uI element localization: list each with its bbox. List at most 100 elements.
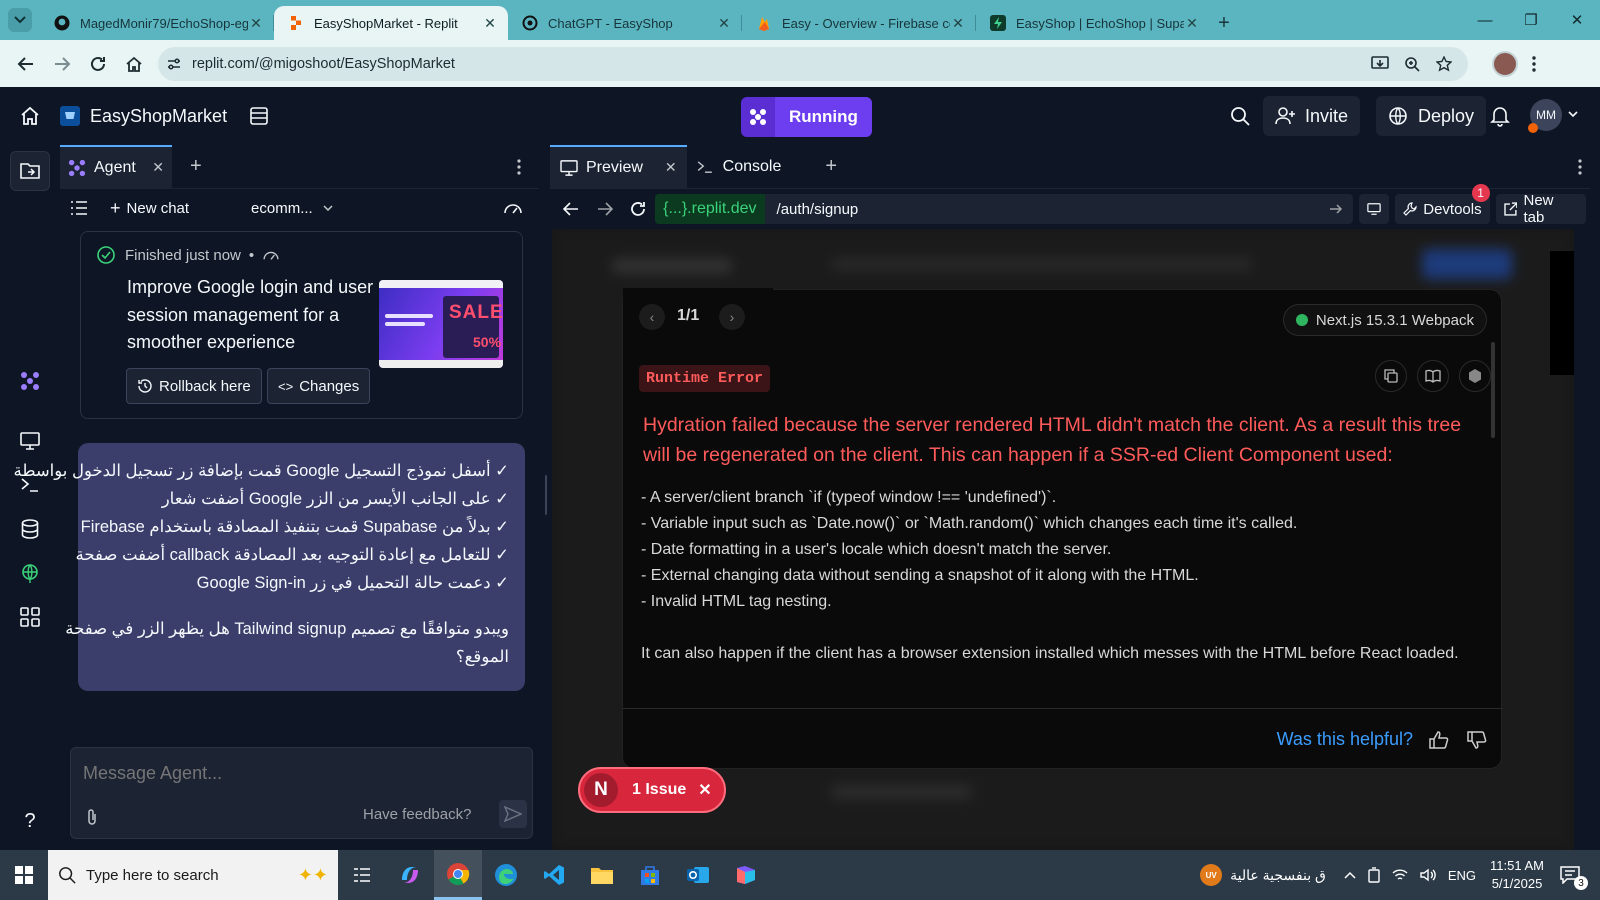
help-icon[interactable]: ? — [14, 805, 46, 837]
replit-home-button[interactable] — [0, 106, 60, 126]
zoom-icon[interactable] — [1396, 56, 1428, 72]
maximize-button[interactable]: ❐ — [1508, 0, 1554, 40]
tab-agent[interactable]: Agent ✕ — [60, 144, 172, 189]
browser-tab-github[interactable]: MagedMonir79/EchoShop-eg: E ✕ — [40, 6, 274, 40]
wifi-icon[interactable] — [1392, 868, 1408, 882]
thumbs-up-icon[interactable] — [1429, 730, 1449, 749]
weather-text[interactable]: ق بنفسجية عالية — [1230, 867, 1326, 884]
search-icon[interactable] — [1230, 106, 1250, 126]
minimize-button[interactable]: — — [1462, 0, 1508, 40]
scroll-bar[interactable] — [1550, 251, 1574, 375]
more-options-icon[interactable] — [517, 158, 521, 175]
volume-icon[interactable] — [1420, 868, 1436, 882]
webview-tool-icon[interactable] — [14, 425, 46, 457]
chevron-up-icon[interactable] — [1344, 871, 1356, 879]
tab-console[interactable]: Console — [687, 145, 792, 189]
user-avatar[interactable]: MM — [1528, 99, 1562, 133]
speed-gauge-icon[interactable] — [503, 201, 523, 215]
feedback-link[interactable]: Have feedback? — [363, 806, 471, 823]
more-options-icon[interactable] — [1578, 158, 1582, 175]
message-input[interactable] — [83, 758, 513, 788]
outlook-icon[interactable] — [674, 850, 722, 900]
browser-tab-chatgpt[interactable]: ChatGPT - EasyShop ✕ — [508, 6, 742, 40]
dialog-scrollbar[interactable] — [1491, 342, 1495, 438]
taskbar-search[interactable]: Type here to search ✦✦ — [48, 850, 338, 900]
bell-icon[interactable] — [1490, 105, 1510, 127]
clock[interactable]: 11:51 AM 5/1/2025 — [1490, 857, 1544, 893]
battery-icon[interactable] — [1368, 867, 1380, 883]
nodejs-inspector-button[interactable] — [1459, 360, 1491, 392]
microsoft-store-icon[interactable] — [626, 850, 674, 900]
deployments-tool-icon[interactable] — [14, 557, 46, 589]
add-tab-button[interactable]: + — [190, 155, 202, 178]
tab-preview[interactable]: Preview ✕ — [550, 144, 687, 189]
screenshot-thumbnail[interactable]: SALE 50% — [379, 280, 503, 368]
chevron-down-icon[interactable] — [1568, 111, 1578, 117]
chat-history-icon[interactable] — [70, 201, 88, 215]
preview-back-button[interactable] — [554, 202, 588, 216]
device-toggle-button[interactable] — [1359, 194, 1390, 224]
open-new-tab-button[interactable]: New tab — [1495, 192, 1587, 226]
address-bar[interactable]: replit.com/@migoshoot/EasyShopMarket — [158, 46, 1468, 81]
docs-button[interactable] — [1417, 360, 1449, 392]
install-app-icon[interactable] — [1364, 55, 1396, 72]
close-icon[interactable]: ✕ — [698, 780, 711, 800]
agent-tool-icon[interactable] — [14, 365, 46, 397]
browser-tab-firebase[interactable]: Easy - Overview - Firebase cons ✕ — [742, 6, 976, 40]
preview-forward-button[interactable] — [588, 202, 622, 216]
copilot-icon[interactable] — [386, 850, 434, 900]
changes-button[interactable]: <> Changes — [267, 368, 371, 404]
database-tool-icon[interactable] — [14, 513, 46, 545]
panel-resize-handle[interactable] — [545, 475, 547, 515]
start-button[interactable] — [0, 850, 48, 900]
copy-error-button[interactable] — [1375, 360, 1407, 392]
arrow-right-icon[interactable] — [1329, 203, 1343, 215]
browser-tab-supabase[interactable]: EasyShop | EchoShop | Supabas ✕ — [976, 6, 1210, 40]
send-button[interactable] — [499, 800, 527, 828]
attach-icon[interactable] — [85, 808, 99, 826]
rollback-button[interactable]: Rollback here — [126, 368, 262, 404]
notifications-button[interactable]: 3 — [1560, 866, 1588, 890]
deploy-button[interactable]: Deploy — [1375, 96, 1486, 136]
tab-search-dropdown[interactable] — [8, 8, 32, 32]
browser-tab-replit[interactable]: EasyShopMarket - Replit ✕ — [274, 6, 508, 40]
all-tools-icon[interactable] — [14, 601, 46, 633]
project-title[interactable]: EasyShopMarket — [60, 106, 227, 127]
bookmark-star-icon[interactable] — [1428, 55, 1460, 72]
toggle-files-button[interactable] — [10, 151, 50, 191]
new-tab-button[interactable]: + — [1210, 6, 1238, 40]
browser-menu-icon[interactable] — [1532, 55, 1536, 72]
close-icon[interactable]: ✕ — [248, 15, 264, 32]
framework-version-badge[interactable]: Next.js 15.3.1 Webpack — [1282, 304, 1487, 336]
vscode-icon[interactable] — [530, 850, 578, 900]
back-button[interactable] — [8, 46, 44, 82]
close-icon[interactable]: ✕ — [152, 159, 164, 176]
reload-button[interactable] — [80, 46, 116, 82]
issues-badge[interactable]: N 1 Issue ✕ — [578, 767, 726, 813]
preview-reload-button[interactable] — [621, 200, 655, 218]
file-explorer-icon[interactable] — [578, 850, 626, 900]
thumbs-down-icon[interactable] — [1467, 730, 1487, 749]
chat-selector[interactable]: ecomm... — [251, 200, 333, 217]
close-icon[interactable]: ✕ — [1184, 15, 1200, 32]
home-button[interactable] — [116, 46, 152, 82]
task-view-icon[interactable] — [338, 850, 386, 900]
language-indicator[interactable]: ENG — [1448, 868, 1476, 883]
close-icon[interactable]: ✕ — [482, 15, 498, 32]
next-error-button[interactable]: › — [719, 304, 745, 330]
browser-profile-avatar[interactable] — [1492, 50, 1518, 77]
chrome-icon[interactable] — [434, 850, 482, 900]
invite-button[interactable]: Invite — [1262, 96, 1360, 136]
file-list-icon[interactable] — [249, 106, 269, 126]
devtools-button[interactable]: Devtools 1 — [1395, 184, 1490, 224]
preview-url-field[interactable]: {...}.replit.dev /auth/signup — [655, 194, 1354, 224]
close-icon[interactable]: ✕ — [665, 159, 677, 176]
close-icon[interactable]: ✕ — [716, 15, 732, 32]
m365-icon[interactable] — [722, 850, 770, 900]
forward-button[interactable] — [44, 46, 80, 82]
run-button[interactable]: Running — [741, 97, 872, 137]
prev-error-button[interactable]: ‹ — [639, 304, 665, 330]
close-window-button[interactable]: ✕ — [1554, 0, 1600, 40]
edge-icon[interactable] — [482, 850, 530, 900]
close-icon[interactable]: ✕ — [950, 15, 966, 32]
